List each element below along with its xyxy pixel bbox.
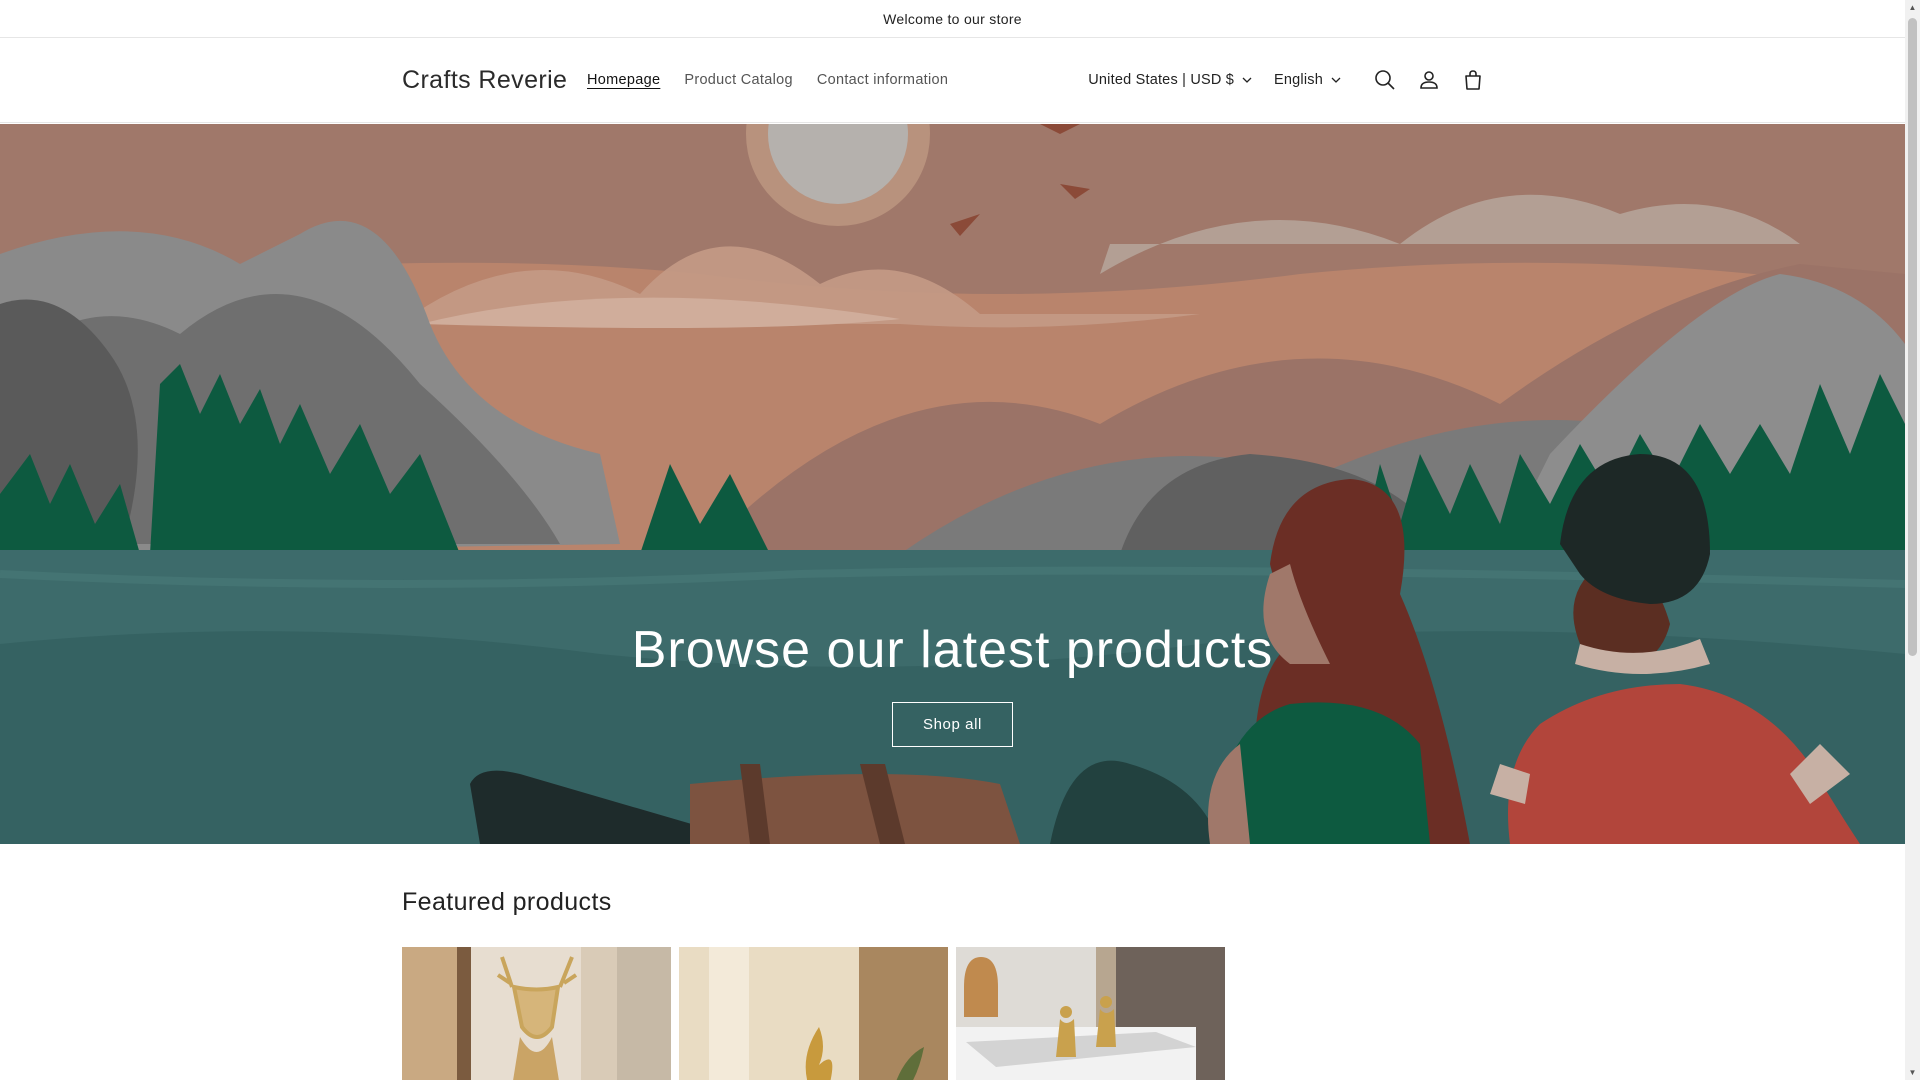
nav-link-product-catalog[interactable]: Product Catalog	[684, 72, 792, 88]
scroll-up-arrow-icon[interactable]: ▲	[1905, 0, 1920, 15]
search-icon	[1375, 70, 1395, 90]
main-nav: Homepage Product Catalog Contact informa…	[587, 72, 948, 88]
product-card-gold-deer[interactable]	[402, 947, 671, 1080]
chevron-down-icon	[1242, 77, 1252, 83]
country-selector[interactable]: United States | USD $	[1088, 72, 1252, 88]
featured-products-title: Featured products	[402, 888, 612, 916]
product-grid	[402, 947, 1502, 1080]
chevron-down-icon	[1331, 77, 1341, 83]
site-header: Crafts Reverie Homepage Product Catalog …	[0, 38, 1905, 123]
hero-banner: Browse our latest products Shop all	[0, 124, 1905, 844]
nav-link-contact-information[interactable]: Contact information	[817, 72, 948, 88]
language-selector[interactable]: English	[1274, 72, 1341, 88]
cart-icon	[1465, 70, 1481, 90]
cart-button[interactable]	[1451, 58, 1495, 102]
vertical-scrollbar[interactable]: ▲ ▼	[1905, 0, 1920, 1080]
gold-thinker-figurines-image	[956, 947, 1225, 1080]
header-utilities: United States | USD $ English	[1088, 60, 1495, 100]
gold-flame-sculpture-image	[679, 947, 948, 1080]
account-icon	[1420, 71, 1438, 89]
store-logo[interactable]: Crafts Reverie	[402, 66, 567, 95]
nav-link-homepage[interactable]: Homepage	[587, 72, 660, 88]
featured-products-section: Featured products	[402, 888, 1502, 1080]
account-button[interactable]	[1407, 58, 1451, 102]
product-card-gold-thinker[interactable]	[956, 947, 1225, 1080]
hero-title: Browse our latest products	[631, 621, 1274, 679]
scrollbar-thumb[interactable]	[1908, 18, 1917, 656]
shop-all-button[interactable]: Shop all	[891, 702, 1013, 747]
search-button[interactable]	[1363, 58, 1407, 102]
hero-content: Browse our latest products Shop all	[0, 620, 1905, 747]
store-page: Welcome to our store Crafts Reverie Home…	[0, 0, 1905, 1080]
gold-deer-head-sculpture-image	[402, 947, 671, 1080]
announcement-text: Welcome to our store	[883, 10, 1022, 27]
product-card-gold-flame[interactable]	[679, 947, 948, 1080]
country-selector-label: United States | USD $	[1088, 72, 1235, 88]
announcement-bar: Welcome to our store	[0, 0, 1905, 38]
language-selector-label: English	[1274, 72, 1323, 88]
scroll-down-arrow-icon[interactable]: ▼	[1905, 1065, 1920, 1080]
